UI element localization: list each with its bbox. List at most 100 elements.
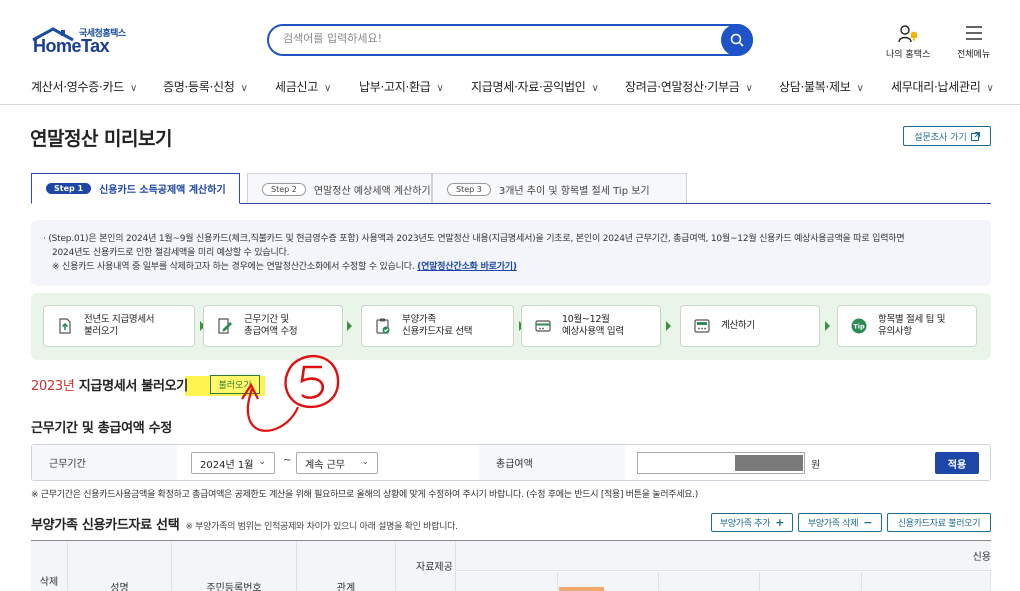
section-title-text: 지급명세서 불러오기 (74, 379, 188, 394)
step-text: 신용카드자료 선택 (402, 326, 473, 337)
apply-button[interactable]: 적용 (935, 452, 979, 474)
process-step-dependents: 부양가족 신용카드자료 선택 (361, 305, 514, 347)
nav-item-payment[interactable]: 납부·고지·환급 ∨ (359, 78, 444, 95)
nav-item-tax-report[interactable]: 세금신고 ∨ (275, 78, 331, 95)
calculator-icon (694, 319, 710, 333)
process-step-tips: Tip 항목별 절세 팁 및 유의사항 (837, 305, 977, 347)
step-tabs: Step 1 신용카드 소득공제액 계산하기 Step 2 연말정산 예상세액 … (31, 173, 991, 204)
external-link-icon (970, 131, 980, 141)
tab-label: 신용카드 소득공제액 계산하기 (99, 185, 226, 196)
tab-step2[interactable]: Step 2 연말정산 예상세액 계산하기 (247, 173, 432, 204)
orange-indicator (559, 587, 604, 591)
arrow-right-icon (666, 321, 671, 331)
column-header-name: 성명 (68, 541, 172, 591)
nav-item-invoice[interactable]: 계산서·영수증·카드 ∨ (31, 78, 137, 95)
button-label: 부양가족 삭제 (807, 519, 859, 529)
button-label: 신용카드자료 불러오기 (897, 519, 981, 529)
column-group-header: 신용 (456, 541, 991, 571)
tab-step3[interactable]: Step 3 3개년 추이 및 항목별 절세 Tip 보기 (432, 173, 687, 204)
card-input-icon (535, 320, 551, 332)
process-step-estimate: 10월~12월 예상사용액 입력 (521, 305, 661, 347)
end-month-value: 계속 근무 (305, 459, 345, 471)
search-input[interactable] (283, 32, 703, 45)
end-month-select[interactable]: 계속 근무 ⌄ (296, 452, 378, 474)
chevron-down-icon: ∨ (986, 83, 994, 94)
nav-label: 장려금·연말정산·기부금 (625, 80, 740, 94)
tip-icon: Tip (851, 318, 867, 334)
info-note: ※ 신용카드 사용내역 중 일부를 삭제하고자 하는 경우에는 연말정산간소화에… (52, 262, 415, 272)
chevron-down-icon: ∨ (436, 83, 444, 94)
nav-item-agent[interactable]: 세무대리·납세관리 ∨ (891, 78, 994, 95)
nav-label: 세금신고 (275, 80, 318, 94)
nav-item-certificate[interactable]: 증명·등록·신청 ∨ (163, 78, 248, 95)
section-title-dependents: 부양가족 신용카드자료 선택 ※ 부양가족의 범위는 인적공제와 차이가 있으니 … (31, 514, 458, 533)
section-title-load-2023: 2023년 지급명세서 불러오기 (31, 375, 188, 394)
step-text: 전년도 지급명세서 (84, 314, 155, 325)
info-line-3: ※ 신용카드 사용내역 중 일부를 삭제하고자 하는 경우에는 연말정산간소화에… (52, 261, 517, 274)
header-text: 자료제공 (416, 562, 453, 573)
process-steps: 전년도 지급명세서 불러오기 근무기간 및 총급여액 수정 부양가족 신용카드자료 선… (31, 293, 991, 360)
header-text: 주민등록번호 (206, 583, 262, 591)
step-badge: Step 3 (447, 182, 491, 196)
nav-item-consult[interactable]: 상담·불복·제보 ∨ (779, 78, 864, 95)
chevron-down-icon: ∨ (591, 83, 599, 94)
step-badge: Step 2 (262, 182, 306, 196)
delete-dependent-button[interactable]: 부양가족 삭제 − (798, 513, 882, 532)
header-text: 삭제 (39, 577, 59, 588)
survey-button[interactable]: 설문조사 가기 (903, 126, 991, 146)
nav-label: 지급명세·자료·공익법인 (471, 80, 586, 94)
column-subheader (862, 572, 991, 591)
nav-label: 세무대리·납세관리 (891, 80, 981, 94)
chevron-down-icon: ∨ (745, 83, 753, 94)
main-nav: 계산서·영수증·카드 ∨ 증명·등록·신청 ∨ 세금신고 ∨ 납부·고지·환급 ∨ 지급… (0, 74, 1020, 100)
chevron-down-icon: ∨ (129, 83, 137, 94)
step-badge: Step 1 (46, 183, 92, 194)
dependents-note: ※ 부양가족의 범위는 인적공제와 차이가 있으니 아래 설명을 확인 바랍니다… (185, 522, 458, 532)
document-up-icon (59, 318, 71, 334)
all-menu-button[interactable]: 전체메뉴 (957, 24, 990, 60)
tab-label: 3개년 추이 및 항목별 절세 Tip 보기 (498, 185, 650, 197)
nav-item-year-end[interactable]: 장려금·연말정산·기부금 ∨ (625, 78, 753, 95)
nav-item-statement[interactable]: 지급명세·자료·공익법인 ∨ (471, 78, 599, 95)
step-text: 불러오기 (84, 326, 118, 337)
nav-divider (0, 104, 1020, 105)
step-text: 총급여액 수정 (244, 326, 298, 337)
svg-text:Tip: Tip (853, 323, 865, 331)
tab-step1[interactable]: Step 1 신용카드 소득공제액 계산하기 (31, 173, 240, 204)
start-month-value: 2024년 1월 (200, 459, 254, 471)
step-text: 유의사항 (878, 326, 912, 337)
button-label: 부양가족 추가 (719, 519, 771, 529)
nav-label: 상담·불복·제보 (779, 80, 851, 94)
load-card-data-button[interactable]: 신용카드자료 불러오기 (887, 513, 991, 532)
edit-document-icon (218, 318, 232, 334)
section-title-text: 부양가족 신용카드자료 선택 (31, 518, 180, 533)
search-icon (730, 33, 744, 47)
chevron-down-icon: ∨ (856, 83, 864, 94)
survey-button-label: 설문조사 가기 (914, 132, 967, 143)
salary-label: 총급여액 (479, 445, 625, 480)
header-text: 관계 (336, 583, 356, 591)
add-dependent-button[interactable]: 부양가족 추가 + (711, 513, 793, 532)
hometax-logo[interactable]: 국세청홈택스 HomeTax (31, 24, 141, 60)
simplified-service-link[interactable]: (연말정산간소화 바로가기) (417, 262, 517, 272)
column-header-delete: 삭제 (31, 541, 68, 591)
chevron-down-icon: ⌄ (361, 457, 369, 467)
step-text: 부양가족 (402, 314, 436, 325)
step-text: 항목별 절세 팁 및 (878, 314, 946, 325)
arrow-right-icon (825, 321, 830, 331)
logo-text: HomeTax (33, 36, 110, 56)
search-button[interactable] (721, 24, 753, 56)
my-hometax-button[interactable]: 나의 홈택스 (886, 24, 930, 60)
my-hometax-label: 나의 홈택스 (886, 50, 931, 60)
salary-input[interactable] (637, 452, 805, 474)
hamburger-icon (965, 26, 982, 40)
masked-value (735, 455, 803, 471)
info-box: · (Step.01)은 본인의 2024년 1월~9월 신용카드(체크,직불카… (31, 220, 991, 286)
tab-label: 연말정산 예상세액 계산하기 (313, 185, 431, 197)
step-text: 예상사용액 입력 (562, 326, 624, 337)
start-month-select[interactable]: 2024년 1월 ⌄ (191, 452, 275, 474)
nav-label: 증명·등록·신청 (163, 80, 235, 94)
section-title-work-period: 근무기간 및 총급여액 수정 (31, 421, 172, 436)
column-header-rrn: 주민등록번호 (172, 541, 297, 591)
clipboard-check-icon (376, 318, 390, 334)
